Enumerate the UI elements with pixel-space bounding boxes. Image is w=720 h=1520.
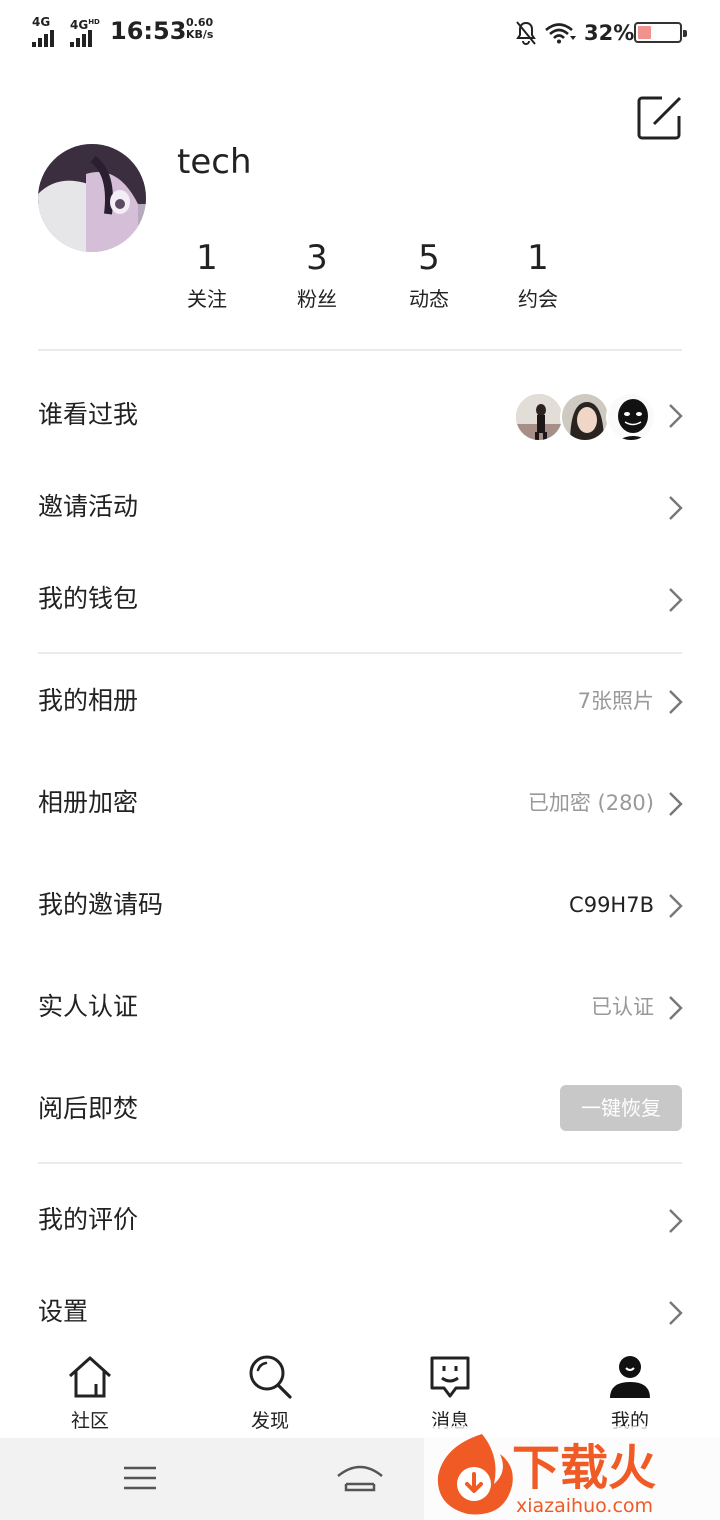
menu-row-wallet[interactable]: 我的钱包	[0, 554, 720, 644]
menu-label: 实人认证	[38, 992, 139, 1021]
tab-community[interactable]: 社区	[40, 1350, 140, 1436]
verification-status: 已认证	[591, 995, 654, 1019]
chevron-right-icon	[669, 996, 683, 1020]
avatar[interactable]	[38, 144, 146, 252]
chevron-right-icon	[669, 1209, 683, 1233]
battery-icon	[634, 22, 687, 43]
menu-row-album-lock[interactable]: 相册加密 已加密 (280)	[0, 758, 720, 848]
visitor-avatar	[606, 392, 656, 442]
menu-label: 我的评价	[38, 1205, 139, 1234]
stat-number: 3	[306, 238, 328, 278]
bell-off-icon	[516, 21, 536, 46]
stat-label: 动态	[409, 287, 449, 311]
search-icon	[249, 1355, 292, 1399]
visitor-avatar	[560, 392, 610, 442]
stat-number: 5	[418, 238, 440, 278]
tab-me[interactable]: 我的	[580, 1350, 680, 1436]
stat-label: 粉丝	[297, 287, 337, 311]
chevron-right-icon	[669, 690, 683, 714]
username: tech	[177, 142, 252, 182]
chevron-right-icon	[669, 404, 683, 428]
clock: 16:53	[110, 17, 187, 45]
sim2-label: 4GHD	[70, 18, 100, 32]
battery-percent: 32%	[584, 21, 635, 45]
recent-apps-button[interactable]	[120, 1462, 160, 1494]
album-lock-status: 已加密 (280)	[527, 791, 654, 815]
menu-label: 阅后即焚	[38, 1094, 139, 1123]
stat-following[interactable]: 1 关注	[157, 236, 257, 314]
menu-row-reviews[interactable]: 我的评价	[0, 1175, 720, 1265]
menu-label: 我的邀请码	[38, 890, 164, 919]
home-icon	[68, 1356, 112, 1398]
bottom-tab-bar: 社区 发现 消息 我的	[0, 1344, 720, 1438]
restore-button[interactable]: 一键恢复	[560, 1085, 682, 1131]
chevron-right-icon	[669, 894, 683, 918]
system-home-button[interactable]	[334, 1460, 386, 1496]
menu-row-album[interactable]: 我的相册 7张照片	[0, 656, 720, 746]
divider	[38, 349, 682, 351]
menu-label: 邀请活动	[38, 492, 139, 521]
stat-dates[interactable]: 1 约会	[488, 236, 588, 314]
stat-label: 关注	[187, 287, 227, 311]
stat-posts[interactable]: 5 动态	[379, 236, 479, 314]
stat-label: 约会	[518, 287, 558, 311]
watermark-url: xiazaihuo.com	[516, 1495, 653, 1517]
network-speed: 0.60 KB/s	[186, 16, 214, 41]
chevron-right-icon	[669, 588, 683, 612]
menu-row-invite-code[interactable]: 我的邀请码 C99H7B	[0, 860, 720, 950]
divider	[38, 652, 682, 654]
wifi-icon	[545, 23, 576, 44]
menu-row-invite-activity[interactable]: 邀请活动	[0, 462, 720, 552]
menu-row-visitors[interactable]: 谁看过我	[0, 370, 720, 460]
watermark-logo: 下载火 xiazaihuo.com	[424, 1426, 720, 1520]
menu-label: 我的钱包	[38, 584, 139, 613]
edit-profile-button[interactable]	[636, 94, 684, 142]
stat-number: 1	[527, 238, 549, 278]
message-icon	[430, 1356, 470, 1398]
user-icon	[610, 1356, 650, 1398]
menu-label: 相册加密	[38, 788, 139, 817]
tab-messages[interactable]: 消息	[400, 1350, 500, 1436]
watermark-brand: 下载火	[512, 1440, 656, 1496]
tab-label: 发现	[250, 1410, 289, 1432]
divider	[38, 1162, 682, 1164]
tab-discover[interactable]: 发现	[220, 1350, 320, 1436]
stat-number: 1	[196, 238, 218, 278]
chevron-right-icon	[669, 496, 683, 520]
sim1-label: 4G	[32, 15, 51, 29]
menu-row-verification[interactable]: 实人认证 已认证	[0, 962, 720, 1052]
stat-fans[interactable]: 3 粉丝	[267, 236, 367, 314]
visitor-avatars	[514, 392, 658, 442]
status-bar: 4G 4GHD 16:53 0.60 KB/s 32%	[0, 0, 720, 66]
menu-label: 谁看过我	[38, 400, 139, 429]
chevron-right-icon	[669, 1301, 683, 1325]
tab-label: 社区	[70, 1410, 109, 1432]
chevron-right-icon	[669, 792, 683, 816]
menu-row-burn-after-reading: 阅后即焚 一键恢复	[0, 1064, 720, 1154]
visitor-avatar	[514, 392, 564, 442]
album-count: 7张照片	[577, 689, 654, 713]
menu-label: 我的相册	[38, 686, 139, 715]
invite-code-value: C99H7B	[569, 893, 654, 917]
